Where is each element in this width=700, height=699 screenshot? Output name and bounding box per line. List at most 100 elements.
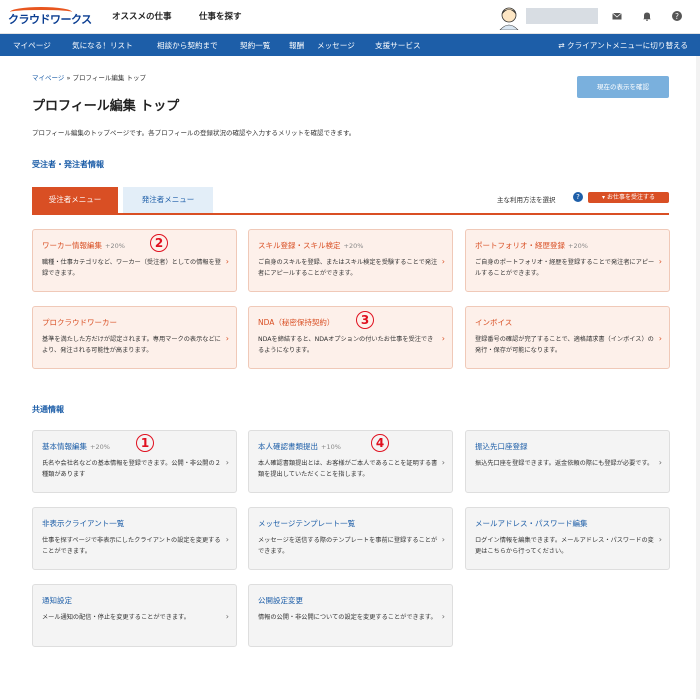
chevron-right-icon: › <box>225 257 229 266</box>
section-title-worker-client: 受注者・発注者情報 <box>32 160 104 169</box>
chevron-right-icon: › <box>441 535 445 544</box>
section-title-common: 共通情報 <box>32 405 64 414</box>
nav-consult-to-contract[interactable]: 相談から契約まで <box>157 40 218 51</box>
chevron-right-icon: › <box>441 612 445 621</box>
card-title: 振込先口座登録 <box>475 441 528 452</box>
mail-icon[interactable] <box>612 11 622 21</box>
card-completion-percent: +20% <box>90 443 110 451</box>
common-card[interactable]: 非表示クライアント一覧 仕事を探すページで非表示にしたクライアントの設定を変更する… <box>32 507 237 570</box>
annotation-3: 3 <box>356 311 374 329</box>
card-title-text: ワーカー情報編集 <box>42 241 102 250</box>
card-description: 基準を満たした方だけが認定されます。専用マークの表示などにより、発注される可能性… <box>42 336 221 354</box>
tab-underline <box>32 213 669 215</box>
help-circle-icon[interactable]: ? <box>672 11 682 21</box>
worker-card[interactable]: NDA（秘密保持契約） NDAを締結すると、NDAオプションの付いたお仕事を受注で… <box>248 306 453 369</box>
nav-support[interactable]: 支援サービス <box>375 40 421 51</box>
common-card[interactable]: メールアドレス・パスワード編集 ログイン情報を編集できます。メールアドレス・パスワ… <box>465 507 670 570</box>
switch-client-menu[interactable]: ⇄ クライアントメニューに切り替える <box>558 40 688 51</box>
usage-select[interactable]: ▾ お仕事を受注する <box>588 192 669 203</box>
card-title-text: 基本情報編集 <box>42 442 87 451</box>
chevron-right-icon: › <box>225 458 229 467</box>
nav-messages[interactable]: メッセージ <box>317 40 355 51</box>
worker-card[interactable]: ポートフォリオ・経歴登録 +20% ご自身のポートフォリオ・経歴を登録することで発注… <box>465 229 670 292</box>
card-description: メッセージを送信する際のテンプレートを事前に登録することができます。 <box>258 537 438 555</box>
chevron-right-icon: › <box>658 535 662 544</box>
svg-text:?: ? <box>675 12 679 21</box>
card-title-text: NDA（秘密保持契約） <box>258 318 335 327</box>
card-completion-percent: +20% <box>105 242 125 250</box>
usage-label: 主な利用方法を選択 <box>497 196 556 204</box>
chevron-right-icon: › <box>658 334 662 343</box>
worker-card[interactable]: ワーカー情報編集 +20% 職種・仕事カテゴリなど、ワーカー（受注者）としての情報を… <box>32 229 237 292</box>
card-title: プロクラウドワーカー <box>42 317 117 328</box>
common-card[interactable]: 通知設定メール通知の配信・停止を変更することができます。 › <box>32 584 237 647</box>
card-description: 振込先口座を登録できます。返金依頼の際にも登録が必要です。 <box>475 460 654 467</box>
common-card[interactable]: 公開設定変更情報の公開・非公開についての設定を変更することができます。 › <box>248 584 453 647</box>
breadcrumb: マイページ » プロフィール編集 トップ <box>32 72 146 82</box>
tab-client-menu[interactable]: 発注者メニュー <box>123 187 213 213</box>
card-description: 職種・仕事カテゴリなど、ワーカー（受注者）としての情報を登録できます。 <box>42 259 221 277</box>
card-title: インボイス <box>475 317 512 328</box>
card-title-text: 公開設定変更 <box>258 596 303 605</box>
nav-favorites[interactable]: 気になる！リスト <box>72 40 133 51</box>
switch-client-label: クライアントメニューに切り替える <box>567 41 688 50</box>
card-title: 公開設定変更 <box>258 595 303 606</box>
card-description: 登録番号の確認が完了することで、適格請求書（インボイス）の発行・保存が可能になり… <box>475 336 654 354</box>
worker-card[interactable]: インボイス登録番号の確認が完了することで、適格請求書（インボイス）の発行・保存が… <box>465 306 670 369</box>
worker-card[interactable]: スキル登録・スキル検定 +20% ご自身のスキルを登録、またはスキル検定を受験するこ… <box>248 229 453 292</box>
question-icon[interactable]: ? <box>573 192 583 202</box>
common-card[interactable]: 本人確認書類提出 +10% 本人確認書類提出とは、お客様がご本人であることを証明する… <box>248 430 453 493</box>
common-card[interactable]: メッセージテンプレート一覧メッセージを送信する際のテンプレートを事前に登録するこ… <box>248 507 453 570</box>
chevron-right-icon: › <box>225 612 229 621</box>
scrollbar[interactable] <box>696 56 700 699</box>
card-description: メール通知の配信・停止を変更することができます。 <box>42 614 190 621</box>
card-description: 氏名や会社名などの基本情報を登録できます。公開・非公開の２種類があります <box>42 460 221 478</box>
card-description: 情報の公開・非公開についての設定を変更することができます。 <box>258 614 437 621</box>
chevron-right-icon: › <box>225 334 229 343</box>
breadcrumb-home[interactable]: マイページ <box>32 74 64 82</box>
card-title: メールアドレス・パスワード編集 <box>475 518 588 529</box>
card-title: 非表示クライアント一覧 <box>42 518 124 529</box>
card-title-text: スキル登録・スキル検定 <box>258 241 341 250</box>
card-title-text: インボイス <box>475 318 513 327</box>
card-title: NDA（秘密保持契約） <box>258 317 334 328</box>
card-description: 本人確認書類提出とは、お客様がご本人であることを証明する書類を提出していただくこ… <box>258 460 438 478</box>
card-title: メッセージテンプレート一覧 <box>258 518 355 529</box>
card-title-text: メッセージテンプレート一覧 <box>258 519 356 528</box>
chevron-right-icon: › <box>658 458 662 467</box>
nav-contracts[interactable]: 契約一覧 <box>240 40 270 51</box>
view-current-display-button[interactable]: 現在の表示を確認 <box>577 76 669 98</box>
chevron-right-icon: › <box>658 257 662 266</box>
card-description: NDAを締結すると、NDAオプションの付いたお仕事を受注できるようになります。 <box>258 336 434 354</box>
card-completion-percent: +20% <box>343 242 364 250</box>
page-title: プロフィール編集 トップ <box>32 99 180 114</box>
card-title-text: 振込先口座登録 <box>475 442 528 451</box>
topnav-find-jobs[interactable]: 仕事を探す <box>199 10 242 22</box>
avatar[interactable] <box>496 4 522 30</box>
crowdworks-logo[interactable]: クラウドワークス <box>8 7 92 29</box>
annotation-1: 1 <box>136 434 154 452</box>
card-title: ワーカー情報編集 +20% <box>42 240 125 251</box>
breadcrumb-current: プロフィール編集 トップ <box>72 74 146 82</box>
username-box[interactable] <box>526 8 598 24</box>
usage-value: お仕事を受注する <box>606 194 655 201</box>
bell-icon[interactable] <box>642 11 652 21</box>
topnav-recommended[interactable]: オススメの仕事 <box>112 10 172 22</box>
worker-card[interactable]: プロクラウドワーカー基準を満たした方だけが認定されます。専用マークの表示などによ… <box>32 306 237 369</box>
card-title-text: プロクラウドワーカー <box>42 318 117 327</box>
common-card[interactable]: 振込先口座登録振込先口座を登録できます。返金依頼の際にも登録が必要です。 › <box>465 430 670 493</box>
tab-worker-menu[interactable]: 受注者メニュー <box>32 187 118 213</box>
annotation-2: 2 <box>150 234 168 252</box>
chevron-right-icon: › <box>441 334 445 343</box>
card-title-text: ポートフォリオ・経歴登録 <box>475 241 565 250</box>
card-title-text: 通知設定 <box>42 596 72 605</box>
top-header: クラウドワークス オススメの仕事 仕事を探す ? <box>0 0 700 34</box>
common-card[interactable]: 基本情報編集 +20% 氏名や会社名などの基本情報を登録できます。公開・非公開の２種… <box>32 430 237 493</box>
nav-mypage[interactable]: マイページ <box>13 40 51 51</box>
card-title-text: メールアドレス・パスワード編集 <box>475 519 588 528</box>
card-description: ご自身のスキルを登録、またはスキル検定を受験することで発注者にアピールすることが… <box>258 259 438 277</box>
card-title: ポートフォリオ・経歴登録 +20% <box>475 240 588 251</box>
nav-rewards[interactable]: 報酬 <box>289 40 304 51</box>
card-completion-percent: +20% <box>568 242 588 250</box>
switch-arrows-icon: ⇄ <box>558 41 568 50</box>
